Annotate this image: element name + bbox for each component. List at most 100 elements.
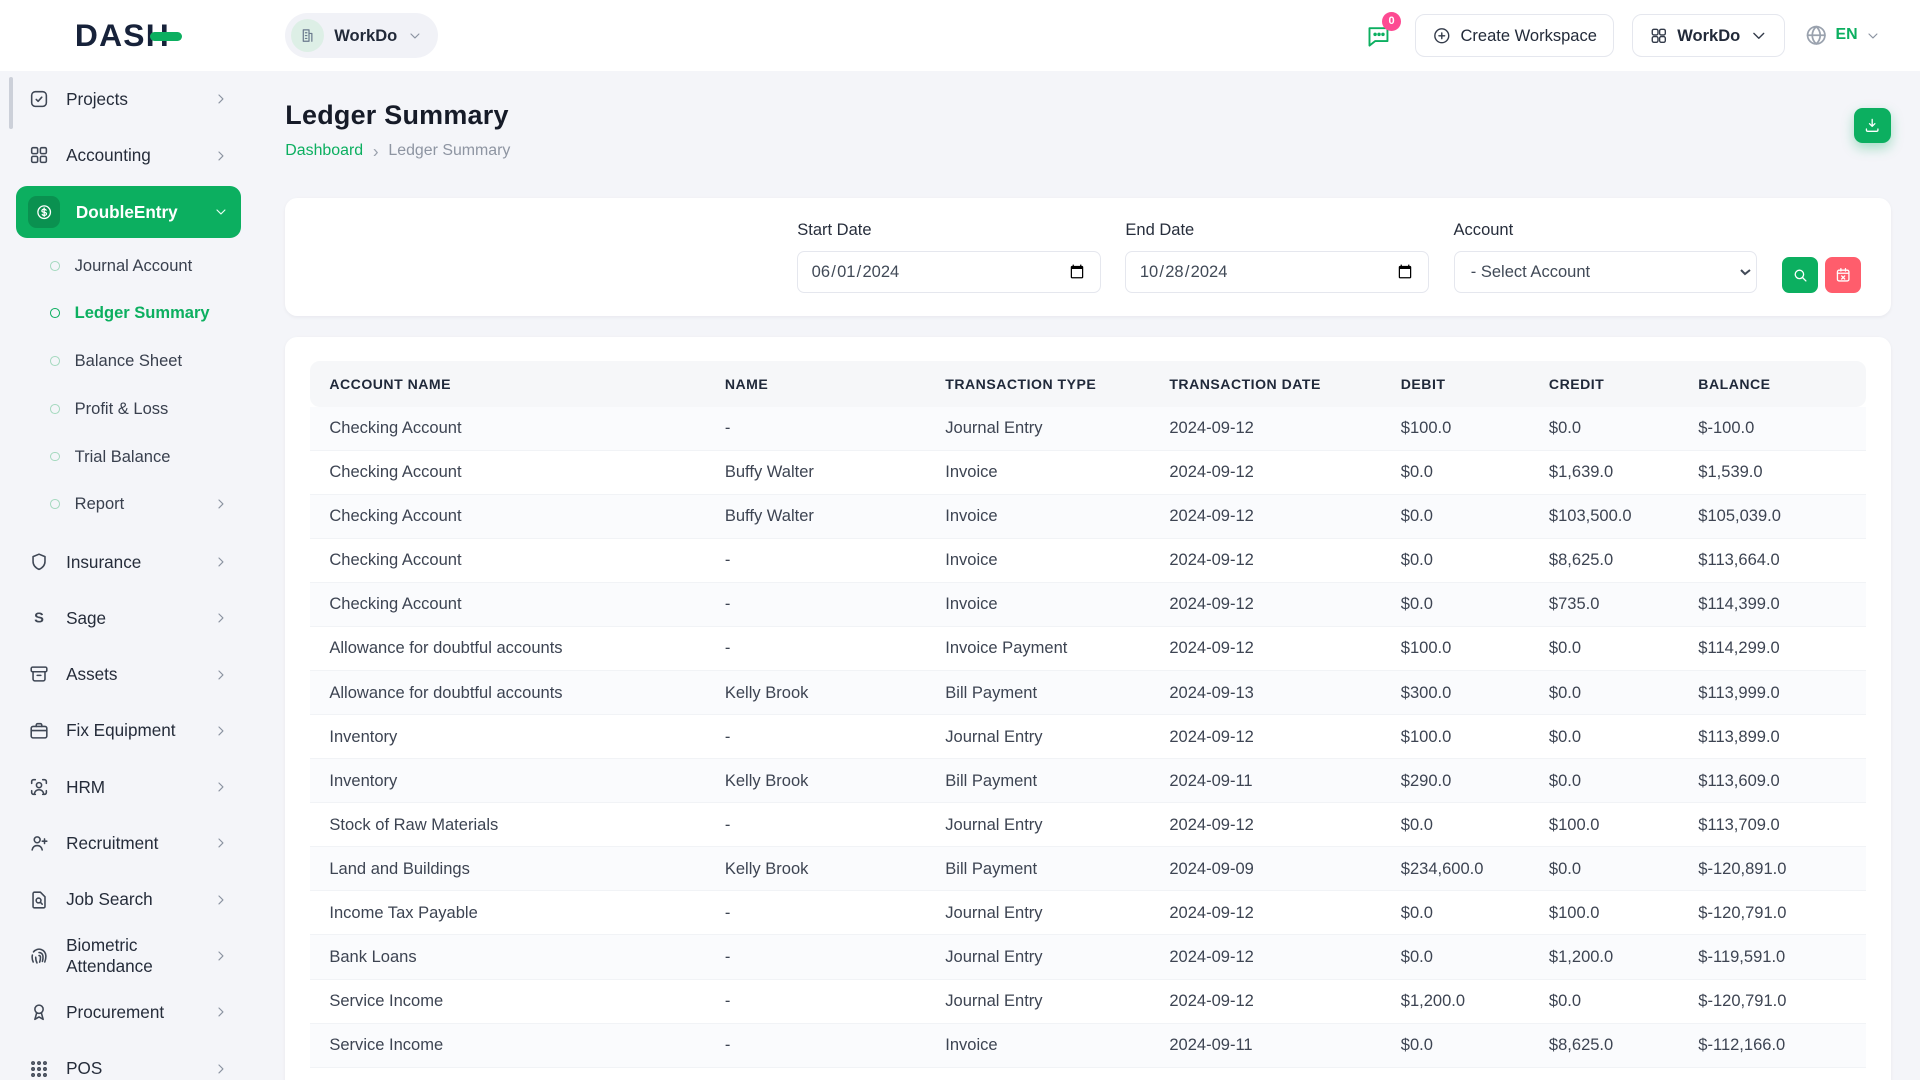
table-cell: Buffy Walter: [705, 451, 925, 495]
sidebar-item-procurement[interactable]: Procurement: [16, 987, 241, 1038]
table-cell: $234,600.0: [1381, 847, 1529, 891]
table-cell: $290.0: [1381, 759, 1529, 803]
app-window: DASH WorkDo 0 Create Workspace WorkDo: [0, 0, 1920, 1080]
messages-button[interactable]: 0: [1360, 17, 1397, 54]
sidebar-item-doubleentry[interactable]: DoubleEntry: [16, 186, 241, 237]
sidebar-subitem-balance-sheet[interactable]: Balance Sheet: [38, 340, 241, 382]
sidebar-item-projects[interactable]: Projects: [16, 73, 241, 124]
sidebar-subitem-label: Profit & Loss: [75, 399, 229, 419]
table-cell: Kelly Brook: [705, 847, 925, 891]
column-header: DEBIT: [1381, 361, 1529, 406]
table-cell: $0.0: [1381, 451, 1529, 495]
table-cell: Journal Entry: [926, 891, 1150, 935]
sidebar-item-accounting[interactable]: Accounting: [16, 130, 241, 181]
end-date-field: End Date: [1125, 220, 1429, 293]
chevron-right-icon: [213, 723, 229, 739]
reset-button[interactable]: [1825, 257, 1862, 293]
chevron-right-icon: [213, 1061, 229, 1077]
dot-icon: [50, 404, 60, 414]
sidebar-item-label: Procurement: [66, 1002, 197, 1023]
table-cell: 2024-09-12: [1150, 627, 1381, 671]
sidebar-item-sage[interactable]: SSage: [16, 592, 241, 643]
account-select[interactable]: - Select Account: [1454, 251, 1758, 293]
dot-icon: [50, 356, 60, 366]
building-icon: [299, 27, 316, 44]
table-cell: Bill Payment: [926, 671, 1150, 715]
sidebar-item-label: Fix Equipment: [66, 720, 197, 741]
column-header: NAME: [705, 361, 925, 406]
table-cell: $113,999.0: [1679, 671, 1866, 715]
start-date-label: Start Date: [797, 220, 1101, 240]
table-cell: 2024-09-11: [1150, 1024, 1381, 1068]
sidebar-item-assets[interactable]: Assets: [16, 649, 241, 700]
sidebar-nav: Projects Accounting DoubleEntry Journal Acc…: [0, 71, 257, 1080]
sidebar-subitem-profit-loss[interactable]: Profit & Loss: [38, 388, 241, 430]
create-workspace-button[interactable]: Create Workspace: [1415, 14, 1613, 57]
apps-menu-label: WorkDo: [1677, 26, 1740, 46]
logo[interactable]: DASH: [75, 17, 182, 54]
table-cell: 2024-09-12: [1150, 539, 1381, 583]
workspace-name: WorkDo: [334, 26, 397, 46]
table-cell: Service Income: [310, 1024, 706, 1068]
table-cell: $0.0: [1381, 1024, 1529, 1068]
sidebar-item-hrm[interactable]: HRM: [16, 761, 241, 812]
download-icon: [1863, 116, 1881, 134]
filter-actions: [1782, 257, 1862, 293]
page-header: Ledger Summary Dashboard › Ledger Summar…: [285, 100, 1890, 160]
table-cell: Journal Entry: [926, 935, 1150, 979]
sidebar-item-recruitment[interactable]: Recruitment: [16, 818, 241, 869]
table-cell: 2024-09-12: [1150, 715, 1381, 759]
table-row: InventoryKelly BrookBill Payment2024-09-…: [310, 759, 1866, 803]
logo-dash-icon: [150, 32, 182, 41]
table-cell: Journal Entry: [926, 980, 1150, 1024]
start-date-input[interactable]: [797, 251, 1101, 293]
svg-text:S: S: [34, 611, 44, 627]
download-button[interactable]: [1854, 108, 1891, 144]
job-search-icon: [28, 889, 50, 911]
sidebar-scrollbar[interactable]: [9, 77, 14, 128]
table-cell: Checking Account: [310, 539, 706, 583]
table-cell: $-119,591.0: [1679, 935, 1866, 979]
sidebar-subitem-trial-balance[interactable]: Trial Balance: [38, 436, 241, 478]
sidebar-subitem-report[interactable]: Report: [38, 484, 241, 526]
workspace-switcher[interactable]: WorkDo: [285, 13, 437, 57]
table-cell: $0.0: [1381, 495, 1529, 539]
sidebar-item-job-search[interactable]: Job Search: [16, 874, 241, 925]
sidebar-item-label: Assets: [66, 664, 197, 685]
breadcrumb-dashboard-link[interactable]: Dashboard: [285, 142, 363, 160]
table-row: Income Tax Payable-Journal Entry2024-09-…: [310, 891, 1866, 935]
sidebar-subitem-ledger-summary[interactable]: Ledger Summary: [38, 293, 241, 335]
sidebar-item-insurance[interactable]: Insurance: [16, 536, 241, 587]
table-cell: $103,500.0: [1529, 495, 1678, 539]
search-button[interactable]: [1782, 257, 1819, 293]
sidebar-subitem-journal-account[interactable]: Journal Account: [38, 245, 241, 287]
table-cell: Checking Account: [310, 407, 706, 451]
column-header: BALANCE: [1679, 361, 1866, 406]
table-cell: $0.0: [1381, 935, 1529, 979]
end-date-input[interactable]: [1125, 251, 1429, 293]
sidebar-item-fix-equipment[interactable]: Fix Equipment: [16, 705, 241, 756]
sidebar-item-biometric-attendance[interactable]: Biometric Attendance: [16, 930, 241, 981]
workspace-avatar: [291, 19, 324, 52]
pos-icon: [28, 1058, 50, 1080]
sidebar-subitem-label: Report: [75, 494, 199, 514]
recruitment-icon: [28, 832, 50, 854]
sidebar-item-label: Accounting: [66, 145, 197, 166]
table-row: Checking Account-Journal Entry2024-09-12…: [310, 407, 1866, 451]
table-row: Stock of Raw Materials-Journal Entry2024…: [310, 803, 1866, 847]
chevron-down-icon: [213, 204, 229, 220]
table-cell: $0.0: [1529, 407, 1678, 451]
ledger-table-body: Checking Account-Journal Entry2024-09-12…: [310, 407, 1866, 1068]
chevron-right-icon: [213, 835, 229, 851]
table-row: Service Income-Invoice2024-09-11$0.0$8,6…: [310, 1024, 1866, 1068]
apps-menu-button[interactable]: WorkDo: [1632, 14, 1785, 57]
table-cell: Kelly Brook: [705, 671, 925, 715]
language-selector[interactable]: EN: [1804, 23, 1881, 47]
table-cell: $0.0: [1529, 759, 1678, 803]
table-cell: 2024-09-13: [1150, 671, 1381, 715]
sidebar-item-pos[interactable]: POS: [16, 1043, 241, 1080]
create-workspace-label: Create Workspace: [1460, 26, 1596, 46]
chevron-down-icon: [407, 28, 423, 44]
table-cell: -: [705, 583, 925, 627]
table-cell: $100.0: [1529, 891, 1678, 935]
